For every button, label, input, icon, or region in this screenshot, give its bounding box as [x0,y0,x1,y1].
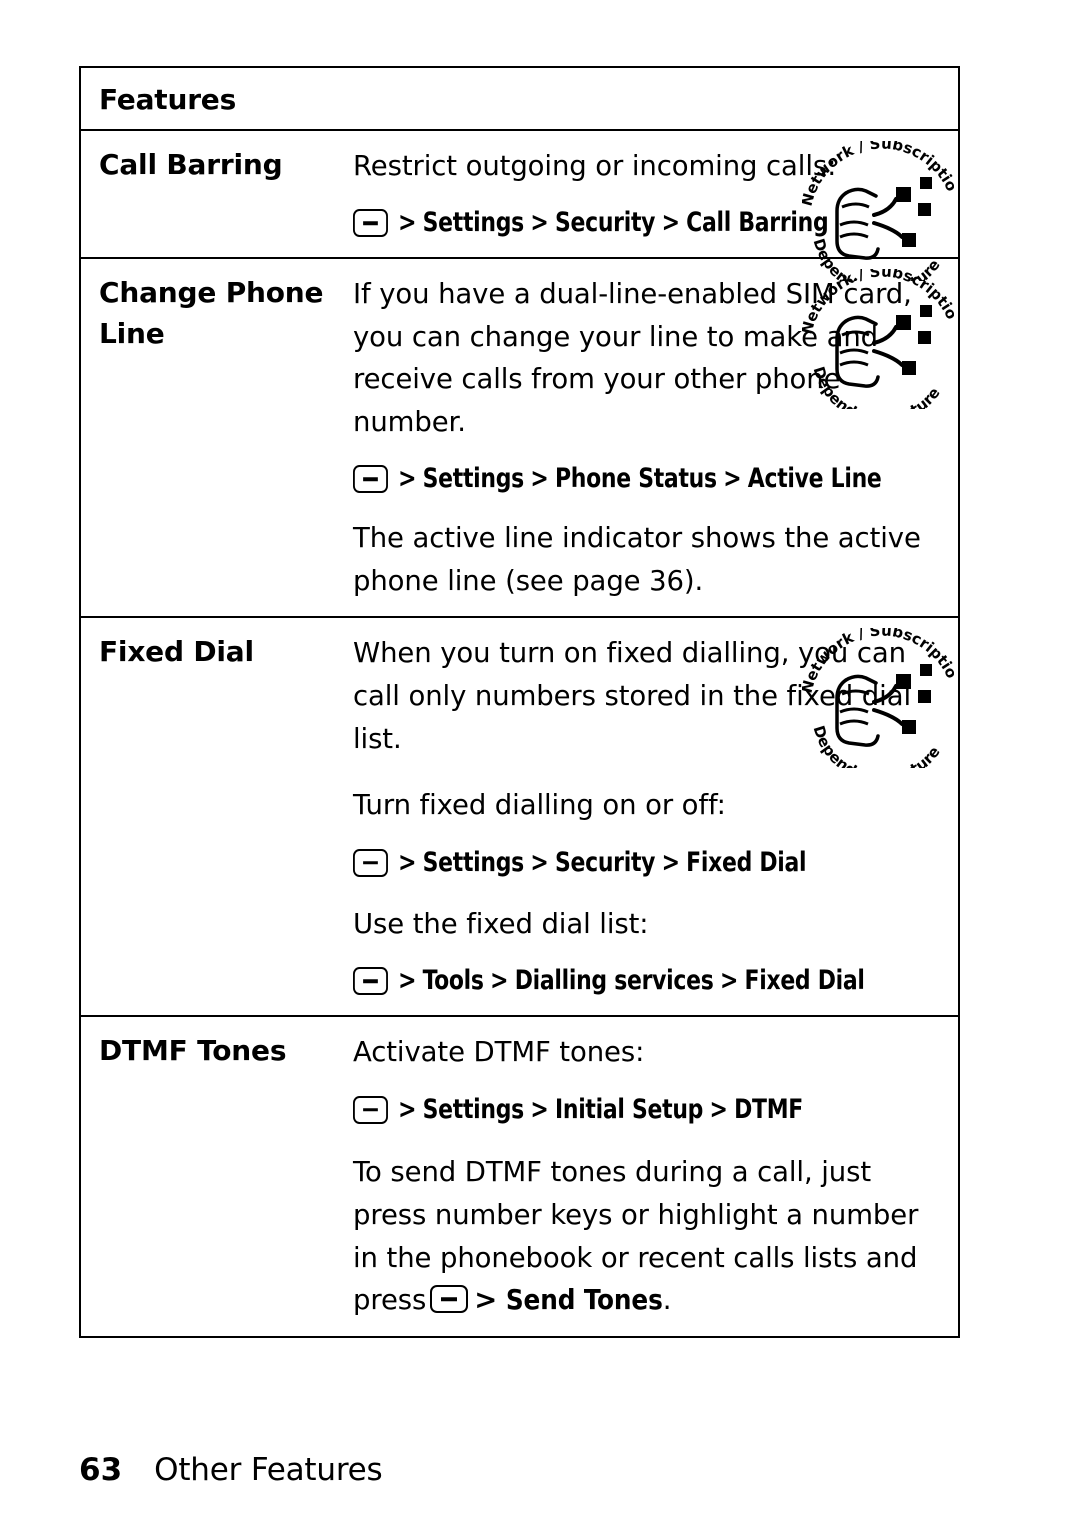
path-item: Phone Status [554,463,717,495]
footer-section-title: Other Features [154,1452,383,1488]
table-row: Change Phone Line If you have a dual-lin… [81,259,958,619]
path-item: Dialling services [514,965,714,997]
path-item: Settings [422,1093,525,1125]
feature-detail-cell: Restrict outgoing or incoming calls: > S… [349,131,958,281]
table-header-cell: Features [81,68,349,129]
path-item: Settings [422,846,525,878]
feature-instruction: Use the fixed dial list: [353,907,649,940]
path-item: DTMF [734,1093,803,1125]
feature-detail-cell: When you turn on fixed dialling, you can… [349,618,958,1015]
path-item: Fixed Dial [686,846,807,878]
path-separator: > [530,846,549,878]
path-item: Fixed Dial [744,965,865,997]
path-separator: > [661,207,680,239]
badge-graphic: Network / Subscription Dependent Feature [802,628,954,768]
feature-name: Fixed Dial [99,635,254,669]
menu-key-icon [430,1285,469,1314]
feature-detail-cell: Activate DTMF tones: > Settings > Initia… [349,1017,958,1336]
column-header-features: Features [99,83,237,116]
menu-path: > Tools > Dialling services > Fixed Dial [353,961,900,1001]
path-separator: > [398,1093,417,1125]
path-separator: > [709,1093,728,1125]
table-row: Call Barring Restrict outgoing or incomi… [81,131,958,281]
path-item: Security [554,207,656,239]
note-softkey-label: Send Tones [505,1284,663,1317]
manual-page: Features Call Barring Restrict outgoing … [0,0,1080,1521]
feature-instruction: Turn fixed dialling on or off: [353,789,726,822]
path-item: Active Line [747,463,882,495]
feature-note: To send DTMF tones during a call, just p… [353,1151,948,1322]
path-separator: > [530,463,549,495]
menu-path: > Settings > Security > Fixed Dial [353,843,900,883]
svg-text:Network / Subscription: Network / Subscription [802,141,954,208]
path-separator: > [398,463,417,495]
page-number: 63 [79,1452,123,1488]
feature-name-cell: DTMF Tones [81,1017,349,1336]
path-separator: > [661,846,680,878]
feature-name: DTMF Tones [99,1034,287,1068]
path-separator: > [398,965,417,997]
network-subscription-dependent-badge: Network / Subscription Dependent Feature [802,628,954,768]
path-separator: > [398,207,417,239]
path-item: Initial Setup [554,1093,704,1125]
menu-key-icon [353,465,388,494]
svg-text:Network / Subscription: Network / Subscription [802,269,954,336]
menu-path: > Settings > Phone Status > Active Line [353,459,900,499]
feature-name-cell: Call Barring [81,131,349,257]
path-separator: > [530,207,549,239]
svg-text:Dependent Feature: Dependent Feature [810,724,944,769]
table-header-cell-empty [349,68,958,129]
path-item: Settings [422,463,525,495]
feature-note: The active line indicator shows the acti… [353,522,921,597]
feature-name-cell: Fixed Dial [81,618,349,1015]
table-row: Fixed Dial When you turn on fixed dialli… [81,618,958,1018]
path-separator: > [490,965,509,997]
svg-text:Network / Subscription: Network / Subscription [802,628,954,695]
path-item: Settings [422,207,525,239]
path-separator: > [723,463,742,495]
badge-graphic: Network / Subscription Dependent Feature [802,269,954,409]
menu-key-icon [353,848,388,877]
path-item: Security [554,846,656,878]
path-separator: > [398,846,417,878]
network-subscription-dependent-badge: Network / Subscription Dependent Feature [802,269,954,409]
table-header-row: Features [81,68,958,131]
svg-text:Dependent Feature: Dependent Feature [810,364,944,409]
features-table: Features Call Barring Restrict outgoing … [79,66,960,1338]
page-footer: 63 Other Features [79,1452,383,1488]
path-separator: > [530,1093,549,1125]
feature-detail-cell: If you have a dual-line-enabled SIM card… [349,259,958,617]
table-row: DTMF Tones Activate DTMF tones: > Settin… [81,1017,958,1336]
feature-description: Activate DTMF tones: [353,1036,645,1069]
feature-name: Call Barring [99,147,283,181]
badge-line1: Network / Subscription [802,628,954,695]
feature-name: Change Phone Line [99,275,324,350]
feature-name-cell: Change Phone Line [81,259,349,617]
menu-path: > Settings > Initial Setup > DTMF [353,1090,900,1130]
badge-line2: Dependent Feature [810,724,944,769]
menu-key-icon [353,1095,388,1124]
path-separator: > [719,965,739,997]
note-separator: > [474,1284,498,1317]
menu-key-icon [353,209,388,238]
badge-line1: Network / Subscription [802,269,954,336]
menu-key-icon [353,967,388,996]
note-text-end: . [662,1284,672,1317]
path-item: Tools [422,965,484,997]
badge-line2: Dependent Feature [810,364,944,409]
badge-line1: Network / Subscription [802,141,954,208]
